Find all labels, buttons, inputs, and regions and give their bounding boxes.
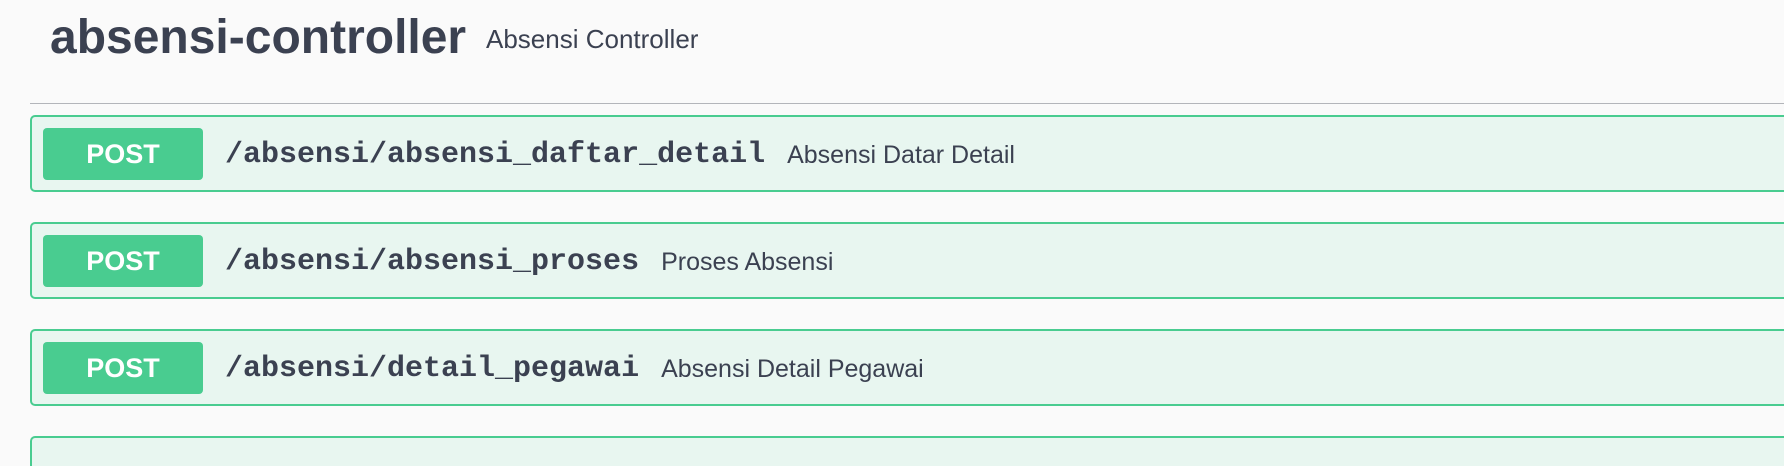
method-badge: POST	[43, 128, 203, 180]
tag-description: Absensi Controller	[486, 24, 699, 54]
opblock-post-absensi-proses[interactable]: POST /absensi/absensi_proses Proses Abse…	[30, 222, 1784, 299]
endpoint-summary: Absensi Datar Detail	[787, 141, 1015, 169]
endpoint-path: /absensi/detail_pegawai	[225, 352, 640, 386]
opblock-next-partial[interactable]	[30, 436, 1784, 466]
endpoint-summary: Proses Absensi	[661, 248, 834, 276]
opblock-post-detail-pegawai[interactable]: POST /absensi/detail_pegawai Absensi Det…	[30, 329, 1784, 406]
endpoint-path: /absensi/absensi_proses	[225, 245, 640, 279]
opblock-summary[interactable]: /absensi/detail_pegawai Absensi Detail P…	[225, 351, 924, 387]
operations-list: POST /absensi/absensi_daftar_detail Abse…	[30, 115, 1784, 466]
endpoint-path: /absensi/absensi_daftar_detail	[225, 138, 766, 172]
endpoint-summary: Absensi Detail Pegawai	[661, 355, 924, 383]
tag-section-header[interactable]: absensi-controller Absensi Controller	[30, 0, 1784, 104]
opblock-summary[interactable]: /absensi/absensi_daftar_detail Absensi D…	[225, 137, 1015, 173]
opblock-summary[interactable]: /absensi/absensi_proses Proses Absensi	[225, 244, 833, 280]
opblock-post-absensi-daftar-detail[interactable]: POST /absensi/absensi_daftar_detail Abse…	[30, 115, 1784, 192]
method-badge: POST	[43, 342, 203, 394]
tag-title[interactable]: absensi-controller	[50, 8, 466, 68]
method-badge: POST	[43, 235, 203, 287]
